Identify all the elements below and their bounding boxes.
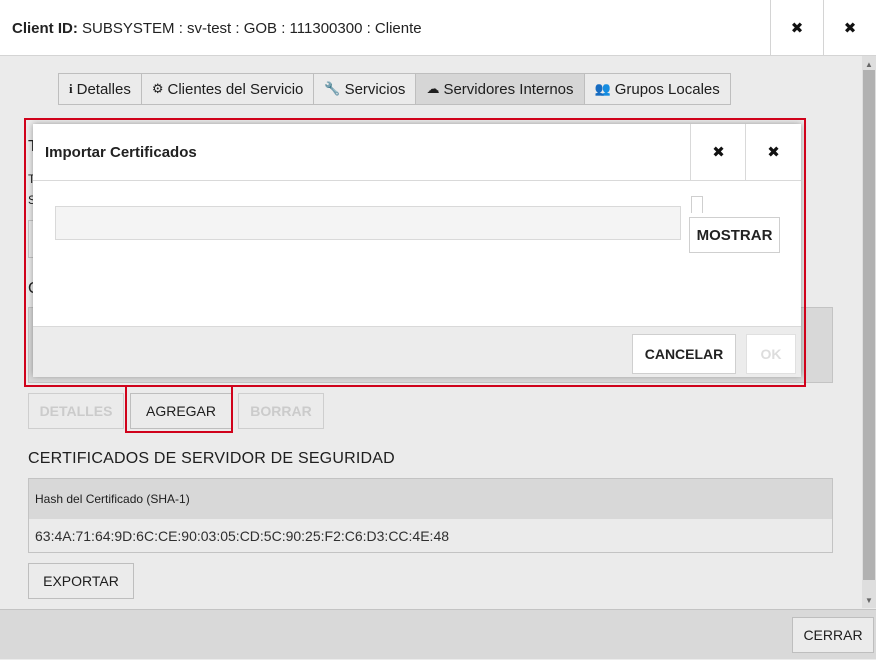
tab-service-clients[interactable]: ⚙ Clientes del Servicio [140, 73, 315, 105]
scroll-down-icon[interactable]: ▼ [862, 593, 876, 607]
cert-table-header: Hash del Certificado (SHA-1) [28, 478, 833, 520]
expand-icon: ✖︎ [790, 19, 804, 37]
dialog-header: Client ID: SUBSYSTEM : sv-test : GOB : 1… [0, 0, 876, 56]
table-row[interactable]: 63:4A:71:64:9D:6C:CE:90:03:05:CD:5C:90:2… [28, 519, 833, 553]
tab-services[interactable]: 🔧 Servicios [313, 73, 417, 105]
details-button[interactable]: DETALLES [28, 393, 124, 429]
cloud-icon: ☁ [426, 81, 440, 96]
dialog-title: Client ID: SUBSYSTEM : sv-test : GOB : 1… [12, 20, 422, 37]
fullscreen-button[interactable]: ✖︎ [770, 0, 823, 55]
users-icon: 👥 [594, 81, 611, 96]
dialog-footer [0, 609, 876, 660]
tab-internal-servers[interactable]: ☁ Servidores Internos [415, 73, 585, 105]
tab-label: Grupos Locales [614, 80, 720, 98]
close-icon: ✖︎ [843, 19, 857, 37]
tab-label: Servicios [344, 80, 406, 98]
highlight-modal [24, 118, 806, 387]
wrench-icon: 🔧 [324, 81, 341, 96]
tab-local-groups[interactable]: 👥 Grupos Locales [583, 73, 731, 105]
info-icon: i [69, 81, 73, 96]
cert-section-title: CERTIFICADOS DE SERVIDOR DE SEGURIDAD [28, 450, 395, 467]
highlight-add-button [125, 385, 233, 433]
tab-details[interactable]: i Detalles [58, 73, 142, 105]
close-button[interactable]: ✖︎ [823, 0, 876, 55]
scrollbar-thumb[interactable] [863, 70, 875, 580]
tab-label: Clientes del Servicio [167, 80, 304, 98]
close-dialog-button[interactable]: CERRAR [792, 617, 874, 653]
export-button[interactable]: EXPORTAR [28, 563, 134, 599]
delete-button[interactable]: BORRAR [238, 393, 324, 429]
tab-label: Detalles [76, 80, 131, 98]
gears-icon: ⚙ [151, 81, 164, 96]
tab-label: Servidores Internos [443, 80, 574, 98]
tab-bar: i Detalles ⚙ Clientes del Servicio 🔧 Servic… [58, 73, 731, 105]
scroll-up-icon[interactable]: ▲ [862, 57, 876, 71]
